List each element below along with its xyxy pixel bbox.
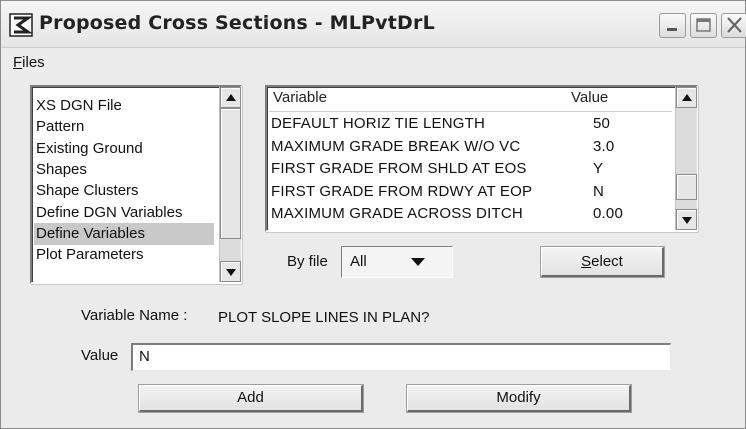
variables-table-scrollbar[interactable]	[675, 87, 697, 230]
cell-variable: FIRST GRADE FROM RDWY AT EOP	[271, 182, 533, 200]
variables-table[interactable]: Variable Value DEFAULT HORIZ TIE LENGTH 5…	[265, 85, 698, 232]
add-button[interactable]: Add	[139, 385, 363, 412]
column-header-value[interactable]: Value	[571, 89, 608, 106]
chevron-down-icon	[226, 269, 236, 276]
close-button[interactable]	[721, 13, 746, 38]
cell-variable: FIRST GRADE FROM SHLD AT EOS	[271, 160, 527, 177]
cell-variable: DEFAULT HORIZ TIE LENGTH	[271, 115, 486, 132]
close-icon	[727, 17, 742, 33]
section-list[interactable]: XS DGN File Pattern Existing Ground Shapes S…	[30, 85, 242, 284]
maximize-button[interactable]	[690, 13, 717, 38]
chevron-down-icon	[411, 258, 425, 266]
window-title: Proposed Cross Sections - MLPvtDrL	[39, 12, 435, 34]
title-bar: Proposed Cross Sections - MLPvtDrL	[1, 1, 746, 48]
maximize-icon	[696, 18, 711, 32]
value-label: Value	[81, 347, 119, 364]
modify-button[interactable]: Modify	[407, 385, 631, 412]
proposed-cross-sections-window: Proposed Cross Sections - MLPvtDrL Files…	[0, 0, 746, 429]
cell-variable: MAXIMUM GRADE BREAK W/O VC	[271, 137, 521, 155]
by-file-value: All	[350, 253, 367, 270]
app-logo-icon	[9, 13, 33, 37]
section-list-scrollbar[interactable]	[219, 87, 241, 282]
header-divider	[269, 111, 672, 112]
by-file-dropdown[interactable]: All	[341, 246, 453, 278]
column-header-variable[interactable]: Variable	[273, 89, 327, 106]
cell-value: 3.0	[593, 137, 615, 155]
menu-bar: Files	[1, 48, 745, 78]
chevron-down-icon	[682, 217, 692, 224]
scroll-up-button[interactable]	[220, 87, 241, 108]
cell-value: Y	[593, 160, 604, 177]
list-item[interactable]: Define Variables	[34, 222, 214, 245]
scroll-thumb[interactable]	[676, 174, 697, 200]
cell-variable: MAXIMUM GRADE ACROSS DITCH	[271, 205, 523, 222]
chevron-up-icon	[226, 94, 236, 101]
variable-name-label: Variable Name :	[81, 307, 188, 324]
scroll-down-button[interactable]	[676, 209, 697, 230]
chevron-up-icon	[682, 94, 692, 101]
menu-files[interactable]: Files	[13, 54, 45, 71]
cell-value: 0.00	[593, 205, 623, 222]
cell-value: 50	[593, 115, 611, 132]
variable-name-value: PLOT SLOPE LINES IN PLAN?	[218, 309, 430, 326]
cell-value: N	[593, 182, 605, 200]
menu-files-mnemonic: F	[13, 54, 23, 71]
select-label: elect	[591, 253, 623, 270]
list-item[interactable]: Plot Parameters	[34, 244, 214, 266]
list-item[interactable]: Shape Clusters	[34, 180, 214, 202]
minimize-button[interactable]	[659, 13, 686, 38]
list-item[interactable]: Define DGN Variables	[34, 202, 214, 224]
scroll-down-button[interactable]	[220, 261, 241, 282]
list-item[interactable]: Existing Ground	[34, 138, 214, 160]
value-input[interactable]: N	[131, 343, 671, 371]
scroll-up-button[interactable]	[676, 87, 697, 108]
minimize-icon	[667, 28, 677, 31]
select-button[interactable]: Select	[541, 247, 664, 277]
list-item[interactable]: Pattern	[34, 116, 214, 138]
scroll-thumb[interactable]	[220, 108, 241, 239]
list-item[interactable]: XS DGN File	[34, 95, 214, 117]
menu-files-label: iles	[22, 54, 45, 71]
list-item[interactable]: Shapes	[34, 159, 214, 181]
select-mnemonic: S	[581, 253, 592, 270]
by-file-label: By file	[287, 253, 328, 270]
